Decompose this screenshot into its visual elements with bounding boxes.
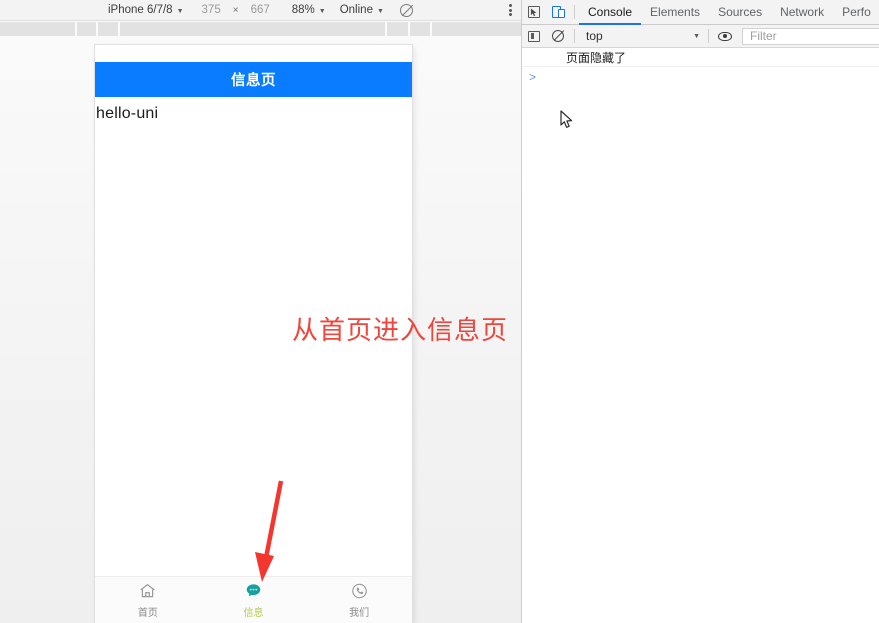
screenshot-root: iPhone 6/7/8 ▼ 375 × 667 88% ▼ Online ▼ xyxy=(0,0,879,623)
console-toolbar: top ▼ Filter xyxy=(522,25,879,48)
tab-sources[interactable]: Sources xyxy=(709,0,771,25)
zoom-value: 88% xyxy=(292,4,315,16)
tab-console[interactable]: Console xyxy=(579,0,641,25)
console-filter-input[interactable]: Filter xyxy=(742,28,879,45)
zoom-selector[interactable]: 88% ▼ xyxy=(292,0,326,21)
more-vertical-icon[interactable] xyxy=(509,0,512,21)
tab-us-label: 我们 xyxy=(349,604,369,619)
tab-message-label: 信息 xyxy=(244,604,264,619)
inspect-element-icon[interactable] xyxy=(522,0,546,25)
device-emulation-pane: iPhone 6/7/8 ▼ 375 × 667 88% ▼ Online ▼ xyxy=(0,0,521,623)
execution-context-selector[interactable]: top ▼ xyxy=(579,29,704,43)
tab-home-label: 首页 xyxy=(138,604,158,619)
eye-glyph xyxy=(718,32,732,41)
network-throttle-selector[interactable]: Online ▼ xyxy=(340,0,384,21)
tab-network[interactable]: Network xyxy=(771,0,833,25)
toolbar-divider xyxy=(574,5,575,19)
page-title: 信息页 xyxy=(231,69,276,90)
console-toolbar-divider xyxy=(574,29,575,43)
inspect-glyph xyxy=(528,6,540,18)
clear-console-icon[interactable] xyxy=(546,24,570,49)
console-output[interactable]: 页面隐藏了 > xyxy=(522,48,879,623)
tab-home[interactable]: 首页 xyxy=(95,577,201,623)
console-prompt-row[interactable]: > xyxy=(522,67,879,87)
tab-us[interactable]: 我们 xyxy=(306,577,412,623)
device-width-input[interactable]: 375 xyxy=(202,0,221,21)
page-header: 信息页 xyxy=(95,62,412,97)
more-glyph xyxy=(509,2,512,17)
device-glyph xyxy=(552,6,565,18)
viewport-ruler-strip xyxy=(0,22,521,36)
device-height-value: 667 xyxy=(251,4,270,16)
chevron-down-icon: ▼ xyxy=(693,33,704,40)
red-arrow-icon xyxy=(236,478,296,586)
hello-uni-text: hello-uni xyxy=(96,105,158,123)
device-toolbar-icon[interactable] xyxy=(546,0,570,25)
device-width-value: 375 xyxy=(202,4,221,16)
times-symbol: × xyxy=(233,5,239,16)
chevron-down-icon: ▼ xyxy=(177,8,184,15)
home-icon xyxy=(138,582,157,601)
live-expression-icon[interactable] xyxy=(713,24,737,49)
chevron-down-icon: ▼ xyxy=(377,8,384,15)
devtools-tab-bar: Console Elements Sources Network Perfo xyxy=(522,0,879,25)
rotate-glyph xyxy=(400,4,413,17)
mouse-cursor-icon xyxy=(560,110,573,129)
devtools-panel: Console Elements Sources Network Perfo t… xyxy=(521,0,879,623)
network-value: Online xyxy=(340,4,373,16)
console-log-entry: 页面隐藏了 xyxy=(522,48,879,67)
device-name-label: iPhone 6/7/8 xyxy=(108,4,173,16)
device-toolbar: iPhone 6/7/8 ▼ 375 × 667 88% ▼ Online ▼ xyxy=(0,0,521,21)
phone-icon xyxy=(350,582,369,601)
device-height-input[interactable]: 667 xyxy=(251,0,270,21)
execution-context-value: top xyxy=(586,29,603,43)
tab-elements[interactable]: Elements xyxy=(641,0,709,25)
console-sidebar-icon[interactable] xyxy=(522,24,546,49)
chevron-down-icon: ▼ xyxy=(319,8,326,15)
annotation-text: 从首页进入信息页 xyxy=(292,310,508,347)
console-log-message: 页面隐藏了 xyxy=(566,49,626,66)
dimension-separator: × xyxy=(233,0,239,21)
device-selector[interactable]: iPhone 6/7/8 ▼ xyxy=(108,0,184,21)
console-prompt-caret: > xyxy=(529,70,536,84)
console-toolbar-divider-2 xyxy=(708,29,709,43)
clear-console-glyph xyxy=(552,30,564,42)
tab-performance[interactable]: Perfo xyxy=(833,0,879,25)
rotate-icon[interactable] xyxy=(400,0,413,21)
console-sidebar-glyph xyxy=(528,31,540,42)
